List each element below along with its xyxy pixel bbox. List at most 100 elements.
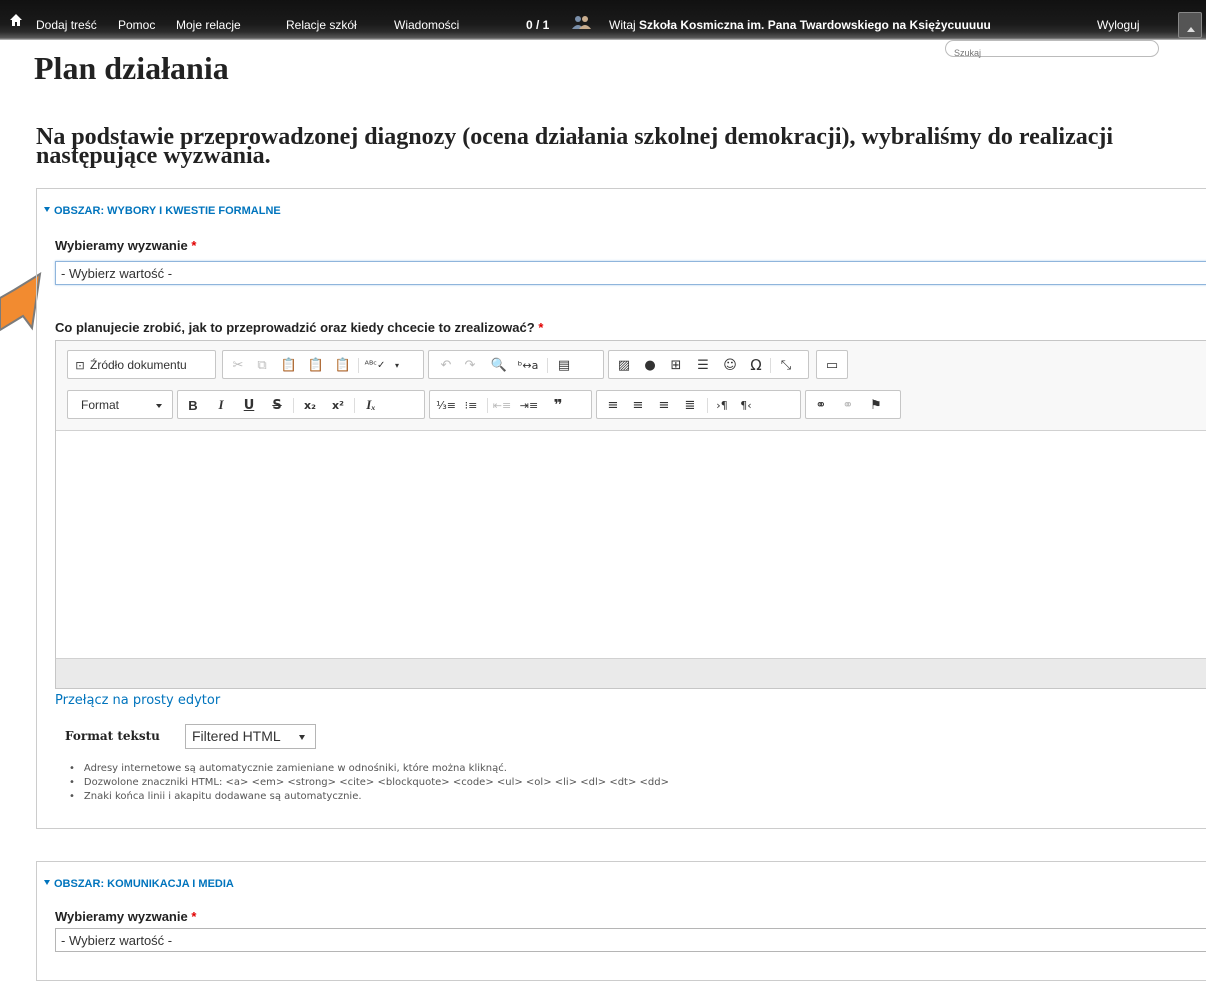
editor-content-area[interactable] <box>56 431 1206 660</box>
search-box[interactable] <box>945 40 1159 60</box>
chevron-down-icon[interactable]: ▾ <box>388 356 406 374</box>
separator <box>547 358 548 373</box>
tip-item: Znaki końca linii i akapitu dodawane są … <box>69 790 669 804</box>
unlink-icon[interactable]: ⚭ <box>839 396 857 414</box>
superscript-icon[interactable]: x² <box>329 396 347 414</box>
shortcuts-toggle-icon <box>1187 27 1195 32</box>
find-icon[interactable]: 🔍 <box>490 356 508 374</box>
search-input[interactable] <box>946 46 1144 60</box>
fieldset-elections: OBSZAR: WYBORY I KWESTIE FORMALNE Wybier… <box>36 188 1206 829</box>
blockquote-icon[interactable]: ❞ <box>549 396 567 414</box>
collapse-caret-icon <box>44 207 50 212</box>
legend-label: OBSZAR: WYBORY I KWESTIE FORMALNE <box>54 205 281 217</box>
source-group: ⊡ Źródło dokumentu <box>67 350 216 379</box>
home-icon[interactable] <box>9 13 23 27</box>
edit-group: ↶ ↷ 🔍 ᵇ↔a ▤ <box>428 350 604 379</box>
challenge-select[interactable]: - Wybierz wartość - <box>55 928 1206 952</box>
link-icon[interactable]: ⚭ <box>812 396 830 414</box>
smiley-icon[interactable]: ☺ <box>721 356 739 374</box>
challenge-label-text: Wybieramy wyzwanie <box>55 238 188 253</box>
align-left-icon[interactable]: ≡ <box>604 396 622 414</box>
text-format-value: Filtered HTML <box>192 728 281 744</box>
text-format-select[interactable]: Filtered HTML <box>185 724 316 749</box>
text-format-tips: Adresy internetowe są automatycznie zami… <box>69 762 669 804</box>
maximize-icon[interactable]: ⤡ <box>777 356 795 374</box>
message-counter[interactable]: 0 / 1 <box>526 18 549 32</box>
paste-word-icon[interactable]: 📋 <box>334 356 352 374</box>
bulleted-list-icon[interactable]: ⁝≡ <box>462 396 480 414</box>
format-combo[interactable]: Format <box>67 390 173 419</box>
admin-toolbar: Dodaj treść Pomoc Moje relacje Relacje s… <box>0 0 1206 60</box>
switch-to-plain-editor-link[interactable]: Przełącz na prosty edytor <box>55 693 220 708</box>
format-label: Format <box>81 398 120 412</box>
people-icon <box>572 16 591 29</box>
tools-group: ▭ <box>816 350 848 379</box>
rtl-icon[interactable]: ¶‹ <box>737 396 755 414</box>
align-center-icon[interactable]: ≡ <box>629 396 647 414</box>
welcome-word: Witaj <box>609 18 636 32</box>
numbered-list-icon[interactable]: ⅓≡ <box>436 396 456 414</box>
align-right-icon[interactable]: ≡ <box>655 396 673 414</box>
text-format-label: Format tekstu <box>65 729 160 743</box>
align-group: ≡ ≡ ≡ ≣ ›¶ ¶‹ <box>596 390 801 419</box>
editor-statusbar <box>56 658 1206 688</box>
remove-format-icon[interactable]: Iₓ <box>362 396 380 414</box>
challenge-label-text: Wybieramy wyzwanie <box>55 909 188 924</box>
paste-text-icon[interactable]: 📋 <box>307 356 325 374</box>
separator <box>487 398 488 413</box>
italic-icon[interactable]: I <box>212 396 230 414</box>
challenge-label: Wybieramy wyzwanie * <box>55 238 196 253</box>
page-title: Plan działania <box>34 50 229 86</box>
show-blocks-icon[interactable]: ▤ <box>555 356 573 374</box>
ltr-icon[interactable]: ›¶ <box>713 396 731 414</box>
separator <box>770 358 771 373</box>
align-justify-icon[interactable]: ≣ <box>681 396 699 414</box>
collapse-caret-icon <box>44 880 50 885</box>
image-icon[interactable]: ▨ <box>615 356 633 374</box>
plan-label: Co planujecie zrobić, jak to przeprowadz… <box>55 320 543 335</box>
required-mark: * <box>191 909 197 924</box>
menu-add-content[interactable]: Dodaj treść <box>36 18 97 32</box>
menu-messages[interactable]: Wiadomości <box>394 18 459 32</box>
legend-label: OBSZAR: KOMUNIKACJA I MEDIA <box>54 878 234 890</box>
text-format-box: Format tekstu Filtered HTML Adresy inter… <box>55 708 1206 828</box>
required-mark: * <box>191 238 197 253</box>
replace-icon[interactable]: ᵇ↔a <box>518 356 539 374</box>
cut-icon[interactable]: ✂ <box>229 356 247 374</box>
horizontal-line-icon[interactable]: ☰ <box>694 356 712 374</box>
source-button[interactable]: Źródło dokumentu <box>90 358 187 372</box>
fieldset-legend[interactable]: OBSZAR: KOMUNIKACJA I MEDIA <box>44 878 234 890</box>
basic-styles-group: B I U S x₂ x² Iₓ <box>177 390 425 419</box>
source-icon: ⊡ <box>75 358 85 372</box>
fieldset-legend[interactable]: OBSZAR: WYBORY I KWESTIE FORMALNE <box>44 205 281 217</box>
challenge-select[interactable]: - Wybierz wartość - <box>55 261 1206 285</box>
separator <box>358 358 359 373</box>
copy-icon[interactable]: ⧉ <box>253 356 271 374</box>
separator <box>293 398 294 413</box>
menu-school-relations[interactable]: Relacje szkół <box>286 18 357 32</box>
challenge-label: Wybieramy wyzwanie * <box>55 909 196 924</box>
anchor-flag-icon[interactable]: ⚑ <box>867 396 885 414</box>
redo-icon[interactable]: ↷ <box>461 356 479 374</box>
outdent-icon[interactable]: ⇤≡ <box>493 396 511 414</box>
strike-icon[interactable]: S <box>268 396 286 414</box>
paste-icon[interactable]: 📋 <box>280 356 298 374</box>
preview-icon[interactable]: ▭ <box>823 356 841 374</box>
shortcuts-toggle[interactable] <box>1178 12 1202 38</box>
school-name[interactable]: Szkoła Kosmiczna im. Pana Twardowskiego … <box>639 18 991 32</box>
plan-label-text: Co planujecie zrobić, jak to przeprowadz… <box>55 320 535 335</box>
special-char-icon[interactable]: Ω <box>747 356 765 374</box>
separator <box>707 398 708 413</box>
logout-link[interactable]: Wyloguj <box>1097 18 1140 32</box>
subscript-icon[interactable]: x₂ <box>301 396 319 414</box>
indent-icon[interactable]: ⇥≡ <box>520 396 538 414</box>
underline-icon[interactable]: U <box>240 396 258 414</box>
undo-icon[interactable]: ↶ <box>437 356 455 374</box>
spellcheck-icon[interactable]: ᴬᴮᶜ✓ <box>365 356 386 374</box>
menu-help[interactable]: Pomoc <box>118 18 155 32</box>
menu-my-relations[interactable]: Moje relacje <box>176 18 241 32</box>
flash-icon[interactable]: ● <box>641 356 659 374</box>
table-icon[interactable]: ⊞ <box>667 356 685 374</box>
bold-icon[interactable]: B <box>184 396 202 414</box>
link-group: ⚭ ⚭ ⚑ <box>805 390 901 419</box>
